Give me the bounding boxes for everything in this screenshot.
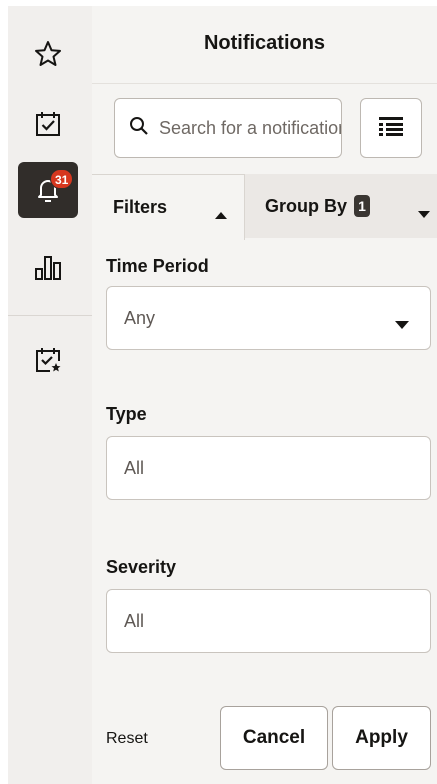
caret-down-icon	[417, 203, 431, 224]
tab-group-by[interactable]: Group By 1	[246, 174, 437, 238]
cancel-button[interactable]: Cancel	[220, 706, 328, 770]
rail-item-analytics[interactable]	[18, 240, 78, 296]
side-navigation-rail: 31	[8, 6, 92, 784]
rail-item-notifications[interactable]: 31	[18, 162, 78, 218]
star-icon	[33, 39, 63, 69]
notifications-panel: Notifications Search for a notification …	[92, 6, 437, 784]
time-period-select[interactable]: Any	[106, 286, 431, 350]
search-box[interactable]	[114, 98, 342, 158]
type-value: All	[124, 457, 145, 478]
title-divider	[92, 83, 437, 84]
search-icon	[129, 116, 149, 141]
type-field[interactable]: All	[106, 436, 431, 500]
severity-value: All	[124, 610, 145, 631]
rail-item-tasks[interactable]	[18, 96, 78, 152]
reset-link[interactable]: Reset	[106, 730, 148, 748]
panel-title: Notifications	[203, 32, 326, 54]
time-period-label: Time Period	[106, 256, 209, 276]
time-period-value: Any	[124, 307, 156, 328]
tab-filters[interactable]: Filters	[92, 174, 245, 240]
app-root: 31 Notifications Search for a notificati…	[0, 0, 437, 784]
caret-up-icon	[214, 204, 228, 225]
calendar-star-icon	[33, 345, 63, 375]
search-input[interactable]	[159, 117, 341, 139]
tab-group-by-label: Group By	[265, 195, 348, 216]
list-view-button[interactable]	[360, 98, 422, 158]
apply-button[interactable]: Apply	[332, 706, 431, 770]
notification-count-badge: 31	[50, 169, 74, 189]
rail-item-favorites[interactable]	[18, 26, 78, 82]
severity-label: Severity	[106, 557, 177, 577]
calendar-check-icon	[33, 109, 63, 139]
severity-field[interactable]: All	[106, 589, 431, 653]
list-view-icon	[377, 114, 405, 143]
type-label: Type	[106, 404, 147, 424]
tab-filters-label: Filters	[113, 197, 168, 217]
rail-item-scheduled[interactable]	[18, 332, 78, 388]
bar-chart-icon	[33, 253, 63, 283]
group-by-count-badge: 1	[354, 195, 371, 217]
rail-divider	[8, 315, 92, 316]
dropdown-caret-icon	[394, 314, 410, 335]
